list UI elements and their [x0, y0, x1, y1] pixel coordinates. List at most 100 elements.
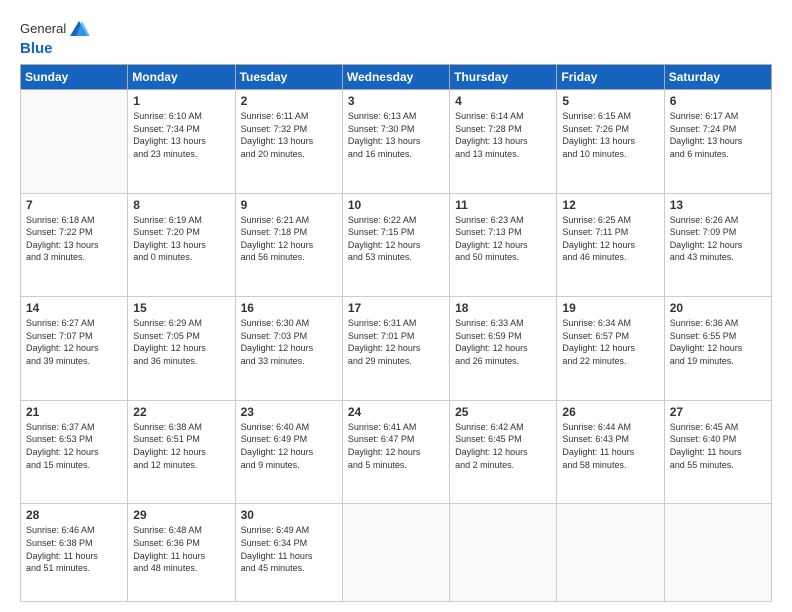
calendar-cell: 25 Sunrise: 6:42 AM Sunset: 6:45 PM Dayli… — [450, 400, 557, 504]
calendar-cell: 20 Sunrise: 6:36 AM Sunset: 6:55 PM Dayli… — [664, 297, 771, 401]
calendar-cell: 4 Sunrise: 6:14 AM Sunset: 7:28 PM Daylig… — [450, 90, 557, 194]
day-info: Sunrise: 6:33 AM Sunset: 6:59 PM Dayligh… — [455, 317, 551, 367]
day-number: 13 — [670, 198, 766, 212]
page: General Blue Sunday Monday — [0, 0, 792, 612]
calendar-cell: 13 Sunrise: 6:26 AM Sunset: 7:09 PM Dayli… — [664, 193, 771, 297]
day-number: 9 — [241, 198, 337, 212]
day-number: 11 — [455, 198, 551, 212]
calendar-cell: 22 Sunrise: 6:38 AM Sunset: 6:51 PM Dayli… — [128, 400, 235, 504]
calendar-cell: 16 Sunrise: 6:30 AM Sunset: 7:03 PM Dayli… — [235, 297, 342, 401]
day-info: Sunrise: 6:22 AM Sunset: 7:15 PM Dayligh… — [348, 214, 444, 264]
calendar-cell — [664, 504, 771, 602]
day-number: 10 — [348, 198, 444, 212]
calendar-cell: 1 Sunrise: 6:10 AM Sunset: 7:34 PM Daylig… — [128, 90, 235, 194]
calendar-cell: 8 Sunrise: 6:19 AM Sunset: 7:20 PM Daylig… — [128, 193, 235, 297]
weekday-header-row: Sunday Monday Tuesday Wednesday Thursday… — [21, 65, 772, 90]
calendar-cell: 6 Sunrise: 6:17 AM Sunset: 7:24 PM Daylig… — [664, 90, 771, 194]
calendar-cell: 2 Sunrise: 6:11 AM Sunset: 7:32 PM Daylig… — [235, 90, 342, 194]
day-info: Sunrise: 6:14 AM Sunset: 7:28 PM Dayligh… — [455, 110, 551, 160]
calendar-cell: 28Sunrise: 6:46 AM Sunset: 6:38 PM Dayli… — [21, 504, 128, 602]
header-thursday: Thursday — [450, 65, 557, 90]
day-info: Sunrise: 6:36 AM Sunset: 6:55 PM Dayligh… — [670, 317, 766, 367]
day-number: 15 — [133, 301, 229, 315]
day-info: Sunrise: 6:21 AM Sunset: 7:18 PM Dayligh… — [241, 214, 337, 264]
header-friday: Friday — [557, 65, 664, 90]
day-number: 24 — [348, 405, 444, 419]
day-number: 4 — [455, 94, 551, 108]
calendar-cell: 17 Sunrise: 6:31 AM Sunset: 7:01 PM Dayli… — [342, 297, 449, 401]
logo-general: General — [20, 21, 66, 37]
calendar-cell: 11 Sunrise: 6:23 AM Sunset: 7:13 PM Dayli… — [450, 193, 557, 297]
day-info: Sunrise: 6:31 AM Sunset: 7:01 PM Dayligh… — [348, 317, 444, 367]
day-number: 25 — [455, 405, 551, 419]
calendar-table: Sunday Monday Tuesday Wednesday Thursday… — [20, 64, 772, 602]
day-number: 12 — [562, 198, 658, 212]
day-info: Sunrise: 6:38 AM Sunset: 6:51 PM Dayligh… — [133, 421, 229, 471]
day-info: Sunrise: 6:11 AM Sunset: 7:32 PM Dayligh… — [241, 110, 337, 160]
day-number: 16 — [241, 301, 337, 315]
day-info: Sunrise: 6:40 AM Sunset: 6:49 PM Dayligh… — [241, 421, 337, 471]
day-info: Sunrise: 6:17 AM Sunset: 7:24 PM Dayligh… — [670, 110, 766, 160]
day-number: 3 — [348, 94, 444, 108]
day-number: 2 — [241, 94, 337, 108]
day-info: Sunrise: 6:25 AM Sunset: 7:11 PM Dayligh… — [562, 214, 658, 264]
day-info: Sunrise: 6:13 AM Sunset: 7:30 PM Dayligh… — [348, 110, 444, 160]
calendar-cell: 9 Sunrise: 6:21 AM Sunset: 7:18 PM Daylig… — [235, 193, 342, 297]
header: General Blue — [20, 18, 772, 58]
day-info: Sunrise: 6:15 AM Sunset: 7:26 PM Dayligh… — [562, 110, 658, 160]
calendar-cell — [342, 504, 449, 602]
day-number: 30 — [241, 508, 337, 522]
calendar-cell: 12 Sunrise: 6:25 AM Sunset: 7:11 PM Dayli… — [557, 193, 664, 297]
calendar-cell: 29 Sunrise: 6:48 AM Sunset: 6:36 PM Dayli… — [128, 504, 235, 602]
day-info: Sunrise: 6:44 AM Sunset: 6:43 PM Dayligh… — [562, 421, 658, 471]
calendar-cell: 14Sunrise: 6:27 AM Sunset: 7:07 PM Dayli… — [21, 297, 128, 401]
calendar-cell: 18 Sunrise: 6:33 AM Sunset: 6:59 PM Dayli… — [450, 297, 557, 401]
calendar-cell: 24 Sunrise: 6:41 AM Sunset: 6:47 PM Dayli… — [342, 400, 449, 504]
day-info: Sunrise: 6:49 AM Sunset: 6:34 PM Dayligh… — [241, 524, 337, 574]
day-number: 18 — [455, 301, 551, 315]
calendar-cell: 15Sunrise: 6:29 AM Sunset: 7:05 PM Dayli… — [128, 297, 235, 401]
day-number: 23 — [241, 405, 337, 419]
day-number: 7 — [26, 198, 122, 212]
calendar-cell: 3 Sunrise: 6:13 AM Sunset: 7:30 PM Daylig… — [342, 90, 449, 194]
day-info: Sunrise: 6:41 AM Sunset: 6:47 PM Dayligh… — [348, 421, 444, 471]
day-number: 17 — [348, 301, 444, 315]
calendar-cell — [557, 504, 664, 602]
day-number: 5 — [562, 94, 658, 108]
day-info: Sunrise: 6:10 AM Sunset: 7:34 PM Dayligh… — [133, 110, 229, 160]
day-info: Sunrise: 6:46 AM Sunset: 6:38 PM Dayligh… — [26, 524, 122, 574]
day-number: 29 — [133, 508, 229, 522]
calendar-cell: 7Sunrise: 6:18 AM Sunset: 7:22 PM Daylig… — [21, 193, 128, 297]
day-info: Sunrise: 6:42 AM Sunset: 6:45 PM Dayligh… — [455, 421, 551, 471]
day-number: 27 — [670, 405, 766, 419]
day-info: Sunrise: 6:48 AM Sunset: 6:36 PM Dayligh… — [133, 524, 229, 574]
day-info: Sunrise: 6:23 AM Sunset: 7:13 PM Dayligh… — [455, 214, 551, 264]
header-wednesday: Wednesday — [342, 65, 449, 90]
day-info: Sunrise: 6:45 AM Sunset: 6:40 PM Dayligh… — [670, 421, 766, 471]
day-info: Sunrise: 6:26 AM Sunset: 7:09 PM Dayligh… — [670, 214, 766, 264]
logo-blue: Blue — [20, 40, 53, 58]
day-number: 19 — [562, 301, 658, 315]
logo: General Blue — [20, 18, 90, 58]
day-info: Sunrise: 6:19 AM Sunset: 7:20 PM Dayligh… — [133, 214, 229, 264]
header-monday: Monday — [128, 65, 235, 90]
calendar-cell: 23 Sunrise: 6:40 AM Sunset: 6:49 PM Dayli… — [235, 400, 342, 504]
day-number: 20 — [670, 301, 766, 315]
calendar-cell: 26 Sunrise: 6:44 AM Sunset: 6:43 PM Dayli… — [557, 400, 664, 504]
day-number: 22 — [133, 405, 229, 419]
day-number: 1 — [133, 94, 229, 108]
logo-icon — [68, 18, 90, 40]
calendar-cell: 19Sunrise: 6:34 AM Sunset: 6:57 PM Dayli… — [557, 297, 664, 401]
calendar-cell: 30 Sunrise: 6:49 AM Sunset: 6:34 PM Dayli… — [235, 504, 342, 602]
calendar-cell — [21, 90, 128, 194]
header-tuesday: Tuesday — [235, 65, 342, 90]
calendar-cell: 5 Sunrise: 6:15 AM Sunset: 7:26 PM Daylig… — [557, 90, 664, 194]
day-number: 6 — [670, 94, 766, 108]
header-saturday: Saturday — [664, 65, 771, 90]
day-number: 21 — [26, 405, 122, 419]
day-info: Sunrise: 6:30 AM Sunset: 7:03 PM Dayligh… — [241, 317, 337, 367]
day-info: Sunrise: 6:27 AM Sunset: 7:07 PM Dayligh… — [26, 317, 122, 367]
calendar-cell: 21Sunrise: 6:37 AM Sunset: 6:53 PM Dayli… — [21, 400, 128, 504]
day-number: 8 — [133, 198, 229, 212]
day-number: 26 — [562, 405, 658, 419]
